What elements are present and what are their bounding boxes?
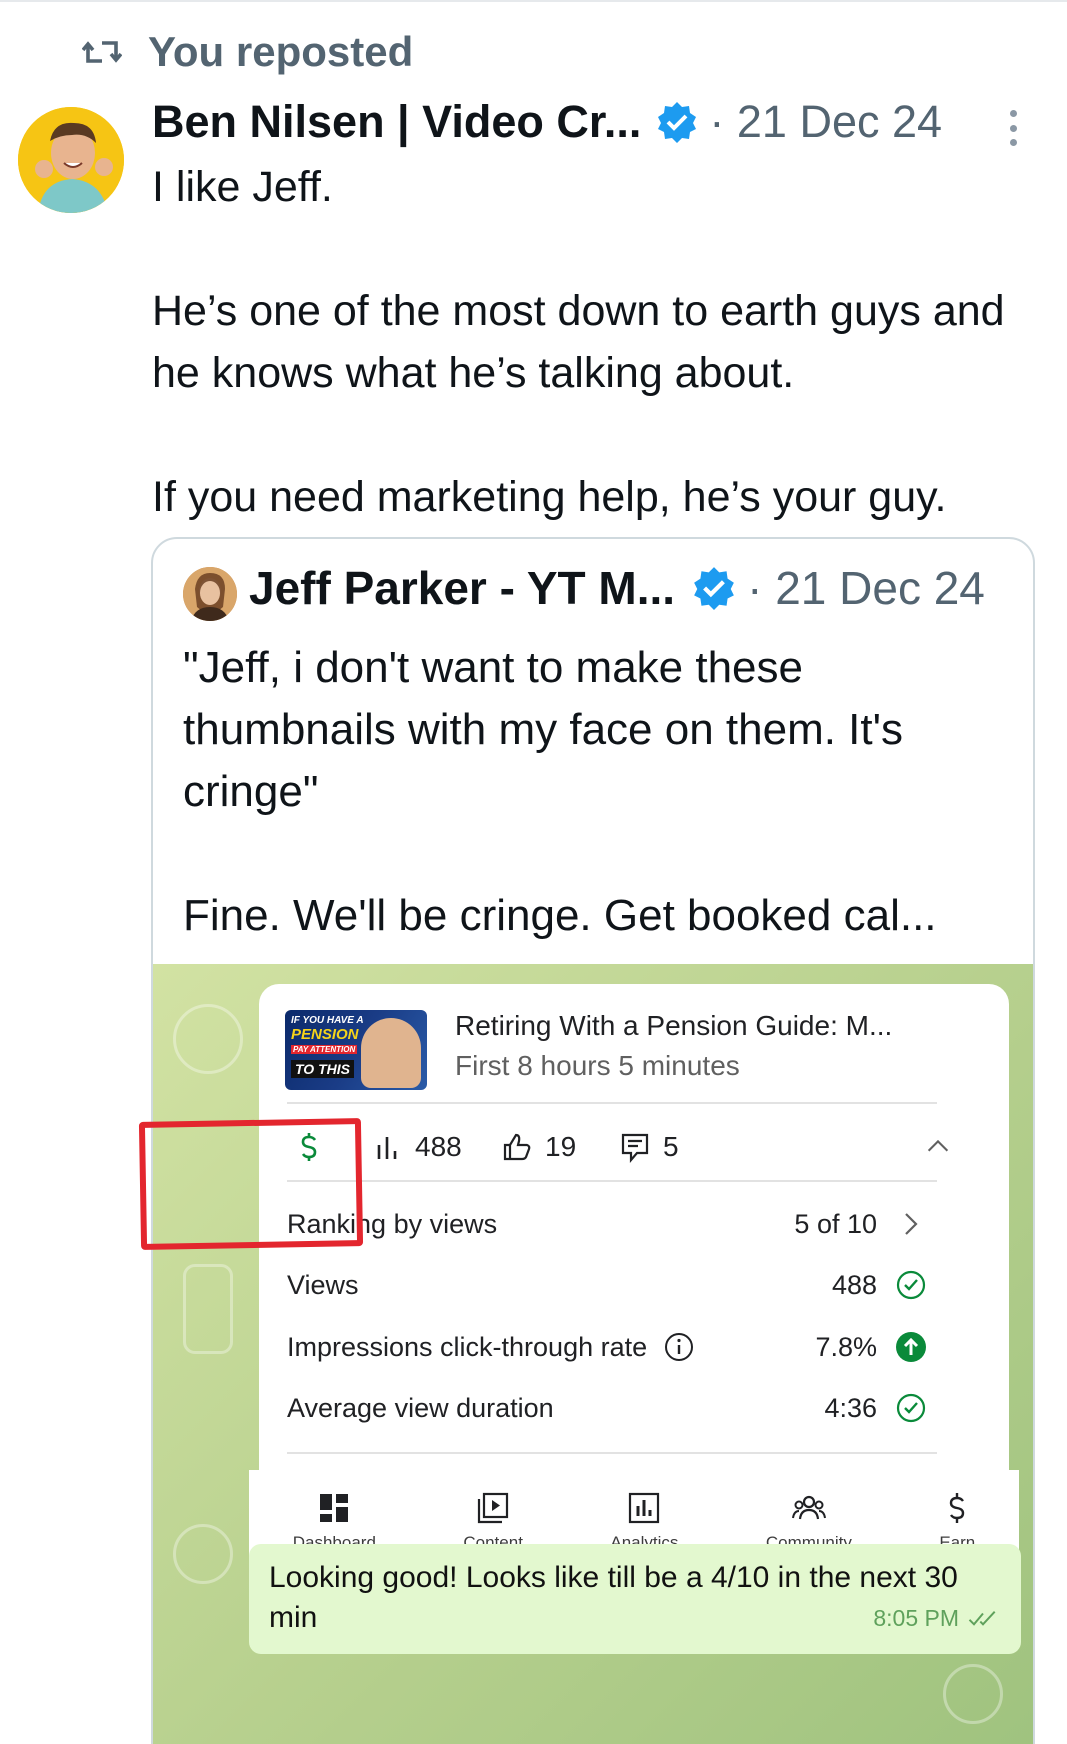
views-bar-icon [377, 1137, 397, 1159]
metric-value: 488 [831, 1269, 877, 1300]
thumbnail-face [361, 1018, 421, 1088]
tweet-spacer [152, 218, 1052, 280]
chat-message-bubble: Looking good! Looks like till be a 4/10 … [249, 1544, 1021, 1654]
arrow-up-circle-icon [896, 1332, 926, 1362]
info-icon[interactable] [663, 1331, 695, 1363]
quoted-author-name[interactable]: Jeff Parker - YT M... [249, 561, 675, 615]
thumbnail-text: IF YOU HAVE A [291, 1015, 364, 1026]
chat-time-text: 8:05 PM [873, 1605, 959, 1631]
verified-badge-icon [694, 567, 734, 610]
check-circle-icon [896, 1270, 926, 1300]
thumbnail-text: PAY ATTENTION [291, 1045, 358, 1054]
analytics-icon [629, 1492, 660, 1524]
ctr-metric-row[interactable]: Impressions click-through rate 7.8% [287, 1331, 927, 1363]
double-check-icon [968, 1611, 996, 1626]
views-metric-row[interactable]: Views 488 [287, 1269, 927, 1301]
quoted-line: Fine. We'll be cringe. Get booked cal... [183, 891, 937, 940]
comment-icon [621, 1133, 649, 1163]
top-divider [0, 0, 1067, 2]
chevron-up-icon[interactable] [923, 1132, 953, 1162]
avd-metric-row[interactable]: Average view duration 4:36 [287, 1392, 927, 1424]
tweet-date[interactable]: · 21 Dec 24 [709, 96, 942, 148]
divider [287, 1102, 937, 1104]
repost-icon [82, 41, 122, 63]
quoted-author-avatar[interactable] [183, 567, 237, 621]
views-stat[interactable]: 488 [371, 1131, 501, 1163]
metric-value: 5 of 10 [794, 1208, 877, 1239]
comments-count: 5 [663, 1131, 679, 1162]
author-name[interactable]: Ben Nilsen | Video Cr... [152, 96, 641, 148]
attached-screenshot-image[interactable]: IF YOU HAVE A PENSION PAY ATTENTION TO T… [153, 964, 1033, 1744]
quoted-tweet-date[interactable]: · 21 Dec 24 [747, 561, 985, 615]
tweet-spacer [152, 404, 1052, 466]
repost-indicator[interactable]: You reposted [82, 24, 413, 80]
tweet-line: He’s one of the most down to earth guys … [152, 287, 1005, 397]
quoted-line: "Jeff, i don't want to make these thumbn… [183, 643, 904, 816]
verified-badge-icon [658, 102, 697, 143]
tweet-line: I like Jeff. [152, 163, 333, 211]
video-stats-row: 488 19 5 [293, 1122, 953, 1172]
repost-label: You reposted [148, 28, 414, 75]
video-thumbnail[interactable]: IF YOU HAVE A PENSION PAY ATTENTION TO T… [285, 1010, 427, 1090]
dashboard-icon [320, 1494, 349, 1522]
chat-message-text: Looking good! Looks like till be a 4/10 … [269, 1561, 958, 1634]
red-annotation-box [138, 1118, 364, 1250]
community-icon [791, 1495, 826, 1520]
metric-label: Impressions click-through rate [287, 1331, 648, 1362]
quoted-tweet-text: "Jeff, i don't want to make these thumbn… [183, 637, 1023, 947]
thumbs-up-icon [503, 1133, 531, 1161]
tweet-header: Ben Nilsen | Video Cr... · 21 Dec 24 [152, 96, 942, 148]
metric-value: 7.8% [815, 1331, 877, 1362]
tweet-line: If you need marketing help, he’s your gu… [152, 473, 947, 521]
ranking-row[interactable]: Ranking by views 5 of 10 [287, 1208, 927, 1240]
dollar-icon [950, 1493, 965, 1523]
metric-label: Average view duration [287, 1392, 554, 1423]
video-subtitle: First 8 hours 5 minutes [455, 1050, 740, 1081]
metric-label: Views [287, 1269, 359, 1300]
content-icon [478, 1492, 509, 1524]
thumbnail-text: PENSION [291, 1026, 359, 1043]
tweet-text: I like Jeff. He’s one of the most down t… [152, 156, 1052, 528]
more-options-icon[interactable] [1005, 110, 1021, 146]
chat-timestamp: 8:05 PM [873, 1598, 999, 1638]
metric-value: 4:36 [824, 1392, 877, 1423]
quoted-tweet-header: Jeff Parker - YT M... · 21 Dec 24 [249, 561, 985, 615]
divider [287, 1452, 937, 1454]
video-title[interactable]: Retiring With a Pension Guide: M... [455, 1010, 892, 1042]
views-count: 488 [415, 1131, 462, 1162]
author-avatar[interactable] [18, 107, 124, 213]
check-circle-icon [896, 1393, 926, 1423]
likes-stat[interactable]: 19 [501, 1131, 619, 1163]
divider [287, 1180, 937, 1182]
likes-count: 19 [545, 1131, 577, 1162]
chevron-right-icon [905, 1213, 918, 1235]
quoted-spacer [183, 823, 1023, 885]
thumbnail-text: TO THIS [291, 1060, 354, 1078]
comments-stat[interactable]: 5 [619, 1131, 729, 1163]
